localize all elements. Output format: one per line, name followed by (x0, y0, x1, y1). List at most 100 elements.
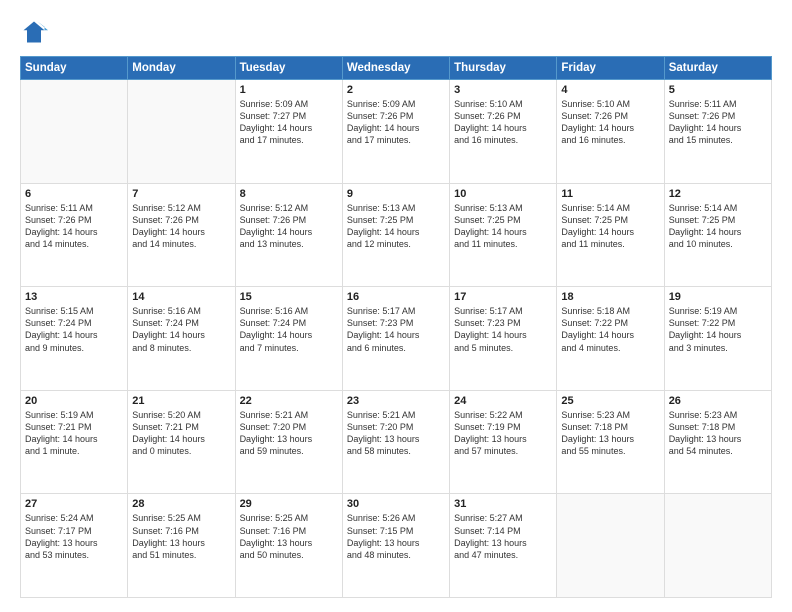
day-info: Sunrise: 5:25 AM Sunset: 7:16 PM Dayligh… (240, 512, 338, 561)
day-number: 30 (347, 498, 445, 510)
day-number: 29 (240, 498, 338, 510)
weekday-header-tuesday: Tuesday (235, 57, 342, 80)
day-number: 8 (240, 188, 338, 200)
calendar-cell: 8 Sunrise: 5:12 AM Sunset: 7:26 PM Daylig… (235, 183, 342, 287)
page: SundayMondayTuesdayWednesdayThursdayFrid… (0, 0, 792, 612)
day-info: Sunrise: 5:20 AM Sunset: 7:21 PM Dayligh… (132, 409, 230, 458)
calendar-cell: 15 Sunrise: 5:16 AM Sunset: 7:24 PM Dayli… (235, 287, 342, 391)
day-info: Sunrise: 5:23 AM Sunset: 7:18 PM Dayligh… (561, 409, 659, 458)
calendar-cell: 4 Sunrise: 5:10 AM Sunset: 7:26 PM Daylig… (557, 80, 664, 184)
calendar-cell: 10Sunrise: 5:13 AM Sunset: 7:25 PM Dayli… (450, 183, 557, 287)
day-number: 7 (132, 188, 230, 200)
calendar-cell: 21 Sunrise: 5:20 AM Sunset: 7:21 PM Dayli… (128, 390, 235, 494)
day-info: Sunrise: 5:14 AM Sunset: 7:25 PM Dayligh… (561, 202, 659, 251)
day-number: 11 (561, 188, 659, 200)
calendar-cell: 23Sunrise: 5:21 AM Sunset: 7:20 PM Dayli… (342, 390, 449, 494)
day-number: 21 (132, 395, 230, 407)
day-number: 4 (561, 84, 659, 96)
calendar-cell: 13Sunrise: 5:15 AM Sunset: 7:24 PM Dayli… (21, 287, 128, 391)
day-number: 26 (669, 395, 767, 407)
day-info: Sunrise: 5:18 AM Sunset: 7:22 PM Dayligh… (561, 305, 659, 354)
calendar-cell: 29 Sunrise: 5:25 AM Sunset: 7:16 PM Dayli… (235, 494, 342, 598)
weekday-header-row: SundayMondayTuesdayWednesdayThursdayFrid… (21, 57, 772, 80)
calendar-cell: 12 Sunrise: 5:14 AM Sunset: 7:25 PM Dayli… (664, 183, 771, 287)
day-number: 19 (669, 291, 767, 303)
calendar-cell: 24Sunrise: 5:22 AM Sunset: 7:19 PM Dayli… (450, 390, 557, 494)
day-info: Sunrise: 5:26 AM Sunset: 7:15 PM Dayligh… (347, 512, 445, 561)
day-info: Sunrise: 5:10 AM Sunset: 7:26 PM Dayligh… (561, 98, 659, 147)
calendar-cell: 11 Sunrise: 5:14 AM Sunset: 7:25 PM Dayli… (557, 183, 664, 287)
day-info: Sunrise: 5:21 AM Sunset: 7:20 PM Dayligh… (240, 409, 338, 458)
logo-icon (20, 18, 48, 46)
day-number: 27 (25, 498, 123, 510)
day-number: 14 (132, 291, 230, 303)
weekday-header-friday: Friday (557, 57, 664, 80)
day-info: Sunrise: 5:17 AM Sunset: 7:23 PM Dayligh… (347, 305, 445, 354)
day-info: Sunrise: 5:23 AM Sunset: 7:18 PM Dayligh… (669, 409, 767, 458)
day-info: Sunrise: 5:19 AM Sunset: 7:21 PM Dayligh… (25, 409, 123, 458)
calendar-cell: 5 Sunrise: 5:11 AM Sunset: 7:26 PM Daylig… (664, 80, 771, 184)
weekday-header-wednesday: Wednesday (342, 57, 449, 80)
day-number: 15 (240, 291, 338, 303)
day-number: 20 (25, 395, 123, 407)
calendar-week-3: 13Sunrise: 5:15 AM Sunset: 7:24 PM Dayli… (21, 287, 772, 391)
calendar-cell: 31 Sunrise: 5:27 AM Sunset: 7:14 PM Dayli… (450, 494, 557, 598)
day-info: Sunrise: 5:24 AM Sunset: 7:17 PM Dayligh… (25, 512, 123, 561)
day-info: Sunrise: 5:11 AM Sunset: 7:26 PM Dayligh… (669, 98, 767, 147)
weekday-header-thursday: Thursday (450, 57, 557, 80)
calendar-week-5: 27 Sunrise: 5:24 AM Sunset: 7:17 PM Dayli… (21, 494, 772, 598)
day-info: Sunrise: 5:13 AM Sunset: 7:25 PM Dayligh… (454, 202, 552, 251)
calendar-cell: 30 Sunrise: 5:26 AM Sunset: 7:15 PM Dayli… (342, 494, 449, 598)
calendar-cell (557, 494, 664, 598)
calendar-cell (128, 80, 235, 184)
calendar-cell: 25Sunrise: 5:23 AM Sunset: 7:18 PM Dayli… (557, 390, 664, 494)
weekday-header-monday: Monday (128, 57, 235, 80)
calendar-week-2: 6 Sunrise: 5:11 AM Sunset: 7:26 PM Daylig… (21, 183, 772, 287)
calendar-cell: 14Sunrise: 5:16 AM Sunset: 7:24 PM Dayli… (128, 287, 235, 391)
day-info: Sunrise: 5:12 AM Sunset: 7:26 PM Dayligh… (240, 202, 338, 251)
day-number: 24 (454, 395, 552, 407)
day-info: Sunrise: 5:27 AM Sunset: 7:14 PM Dayligh… (454, 512, 552, 561)
day-info: Sunrise: 5:21 AM Sunset: 7:20 PM Dayligh… (347, 409, 445, 458)
calendar-cell: 2 Sunrise: 5:09 AM Sunset: 7:26 PM Daylig… (342, 80, 449, 184)
calendar-week-4: 20 Sunrise: 5:19 AM Sunset: 7:21 PM Dayli… (21, 390, 772, 494)
day-info: Sunrise: 5:09 AM Sunset: 7:26 PM Dayligh… (347, 98, 445, 147)
calendar-cell: 9 Sunrise: 5:13 AM Sunset: 7:25 PM Daylig… (342, 183, 449, 287)
calendar-cell: 22Sunrise: 5:21 AM Sunset: 7:20 PM Dayli… (235, 390, 342, 494)
logo (20, 18, 52, 46)
day-number: 31 (454, 498, 552, 510)
day-info: Sunrise: 5:10 AM Sunset: 7:26 PM Dayligh… (454, 98, 552, 147)
day-info: Sunrise: 5:11 AM Sunset: 7:26 PM Dayligh… (25, 202, 123, 251)
day-info: Sunrise: 5:15 AM Sunset: 7:24 PM Dayligh… (25, 305, 123, 354)
day-number: 3 (454, 84, 552, 96)
day-number: 1 (240, 84, 338, 96)
day-number: 6 (25, 188, 123, 200)
calendar-cell: 16 Sunrise: 5:17 AM Sunset: 7:23 PM Dayli… (342, 287, 449, 391)
day-number: 28 (132, 498, 230, 510)
day-info: Sunrise: 5:17 AM Sunset: 7:23 PM Dayligh… (454, 305, 552, 354)
day-info: Sunrise: 5:19 AM Sunset: 7:22 PM Dayligh… (669, 305, 767, 354)
header (20, 18, 772, 46)
calendar-cell: 27 Sunrise: 5:24 AM Sunset: 7:17 PM Dayli… (21, 494, 128, 598)
day-info: Sunrise: 5:25 AM Sunset: 7:16 PM Dayligh… (132, 512, 230, 561)
day-number: 9 (347, 188, 445, 200)
calendar-cell: 18 Sunrise: 5:18 AM Sunset: 7:22 PM Dayli… (557, 287, 664, 391)
weekday-header-saturday: Saturday (664, 57, 771, 80)
calendar-cell: 19 Sunrise: 5:19 AM Sunset: 7:22 PM Dayli… (664, 287, 771, 391)
day-info: Sunrise: 5:09 AM Sunset: 7:27 PM Dayligh… (240, 98, 338, 147)
day-number: 16 (347, 291, 445, 303)
day-number: 12 (669, 188, 767, 200)
day-info: Sunrise: 5:13 AM Sunset: 7:25 PM Dayligh… (347, 202, 445, 251)
day-number: 18 (561, 291, 659, 303)
calendar-cell: 3 Sunrise: 5:10 AM Sunset: 7:26 PM Daylig… (450, 80, 557, 184)
day-info: Sunrise: 5:16 AM Sunset: 7:24 PM Dayligh… (240, 305, 338, 354)
day-number: 5 (669, 84, 767, 96)
calendar-cell: 7Sunrise: 5:12 AM Sunset: 7:26 PM Daylig… (128, 183, 235, 287)
day-number: 2 (347, 84, 445, 96)
day-number: 17 (454, 291, 552, 303)
calendar-cell (664, 494, 771, 598)
calendar-cell: 28 Sunrise: 5:25 AM Sunset: 7:16 PM Dayli… (128, 494, 235, 598)
weekday-header-sunday: Sunday (21, 57, 128, 80)
day-info: Sunrise: 5:14 AM Sunset: 7:25 PM Dayligh… (669, 202, 767, 251)
calendar-cell (21, 80, 128, 184)
